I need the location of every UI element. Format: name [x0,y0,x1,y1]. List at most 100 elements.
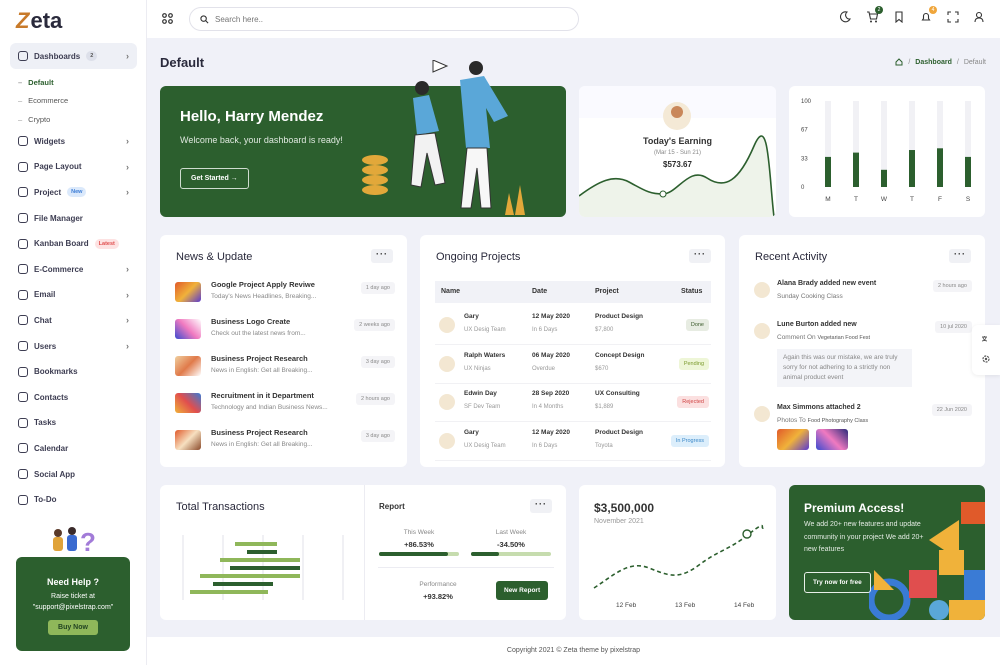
x-tick-label: W [881,196,888,203]
sidebar-item-label: File Manager [34,213,83,223]
news-item[interactable]: Business Project Research News in Englis… [175,428,395,458]
news-item-subtitle: Check out the latest news from... [211,330,306,337]
report-menu-button[interactable]: ··· [530,499,552,513]
welcome-card: Hello, Harry Mendez Welcome back, your d… [160,60,566,217]
x-tick-label: S [966,196,971,203]
sidebar-item-e-commerce[interactable]: E-Commerce › [10,256,137,282]
fullscreen-icon[interactable] [947,11,959,23]
sidebar-item-chat[interactable]: Chat › [10,308,137,334]
chevron-right-icon: › [126,289,129,300]
chat-icon [18,315,28,326]
bar[interactable] [937,148,943,187]
sidebar-subitem[interactable]: Crypto [10,110,137,129]
attached-photo[interactable] [816,429,848,450]
bookmark-icon[interactable] [893,11,905,23]
sidebar-item-bookmarks[interactable]: Bookmarks [10,359,137,385]
app-logo[interactable]: Zeta [16,8,62,34]
sidebar-item-project[interactable]: Project New › [10,180,137,206]
sidebar-item-label: Tasks [34,418,57,428]
sidebar-item-widgets[interactable]: Widgets › [10,129,137,155]
sidebar-item-label: Page Layout [34,162,82,172]
table-row[interactable]: Gary UX Desig Team 12 May 2020 In 6 Days… [435,423,711,461]
projects-card: Ongoing Projects ··· Name Date Project S… [420,235,725,467]
user-icon[interactable] [974,11,986,23]
x-label: 13 Feb [675,602,696,609]
sidebar-item-email[interactable]: Email › [10,282,137,308]
row-role: UX Desig Team [464,327,506,333]
col-status: Status [681,288,703,295]
project-icon [18,187,28,198]
news-item[interactable]: Business Logo Create Check out the lates… [175,317,395,347]
sidebar-item-calendar[interactable]: Calendar [10,436,137,462]
help-email: "support@pixelstrap.com" [32,604,114,611]
sidebar-item-dashboards[interactable]: Dashboards 2 › [10,43,137,69]
bar[interactable] [853,152,859,187]
news-menu-button[interactable]: ··· [371,249,393,263]
search-input[interactable] [215,14,515,24]
bar[interactable] [881,169,887,187]
get-started-button[interactable]: Get Started → [180,168,249,189]
table-row[interactable]: Ralph Waters UX Ninjas 06 May 2020 Overd… [435,346,711,384]
sidebar-item-label: Dashboards [34,51,81,61]
news-item[interactable]: Recruitment in it Department Technology … [175,391,395,421]
sidebar-item-label: Email [34,290,56,300]
sidebar-badge: New [67,187,87,198]
y-tick-label: 33 [801,156,808,162]
bell-icon[interactable]: 4 [920,6,937,23]
home-icon[interactable] [895,58,903,66]
attached-photo[interactable] [777,429,809,450]
bar[interactable] [825,156,831,187]
sidebar-item-social-app[interactable]: Social App [10,461,137,487]
row-project: Concept Design [595,351,645,359]
news-thumbnail [175,430,201,450]
moon-icon[interactable] [839,11,851,23]
avatar [754,282,770,298]
row-role: UX Ninjas [464,365,491,372]
table-row[interactable]: Gary UX Desig Team 12 May 2020 In 6 Days… [435,307,711,345]
news-card: News & Update ··· Google Project Apply R… [160,235,407,467]
news-item[interactable]: Business Project Research News in Englis… [175,354,395,384]
sidebar-item-page-layout[interactable]: Page Layout › [10,154,137,180]
table-row[interactable]: Edwin Day SF Dev Team 28 Sep 2020 In 4 M… [435,384,711,422]
projects-menu-button[interactable]: ··· [689,249,711,263]
sidebar-item-users[interactable]: Users › [10,333,137,359]
activity-menu-button[interactable]: ··· [949,249,971,263]
search-bar[interactable] [189,7,579,31]
translate-icon[interactable] [981,335,991,345]
sidebar-item-file-manager[interactable]: File Manager [10,205,137,231]
gear-icon[interactable] [981,354,991,364]
y-tick-label: 67 [801,128,808,134]
status-badge: In Progress [670,434,709,447]
news-item-subtitle: News in English: Get all Breaking... [211,441,313,448]
welcome-title: Hello, Harry Mendez [180,108,324,125]
chevron-right-icon: › [126,341,129,352]
sidebar-item-tasks[interactable]: Tasks [10,410,137,436]
row-price: $7,800 [595,327,614,333]
news-item-subtitle: Today's News Headlines, Breaking... [211,293,317,300]
report-title: Report [379,502,405,511]
news-item[interactable]: Google Project Apply Reviwe Today's News… [175,280,395,310]
bar[interactable] [965,156,971,187]
grid-menu-icon[interactable] [162,13,173,24]
sidebar-item-to-do[interactable]: To-Do [10,487,137,513]
try-free-button[interactable]: Try now for free [804,572,871,593]
bar[interactable] [909,150,915,187]
sidebar-item-kanban-board[interactable]: Kanban Board Latest [10,231,137,257]
row-role: SF Dev Team [464,404,501,410]
activity-card: Recent Activity ··· Alana Brady added ne… [739,235,985,467]
sidebar-item-contacts[interactable]: Contacts [10,384,137,410]
row-duration: In 6 Days [532,442,558,449]
x-label: 12 Feb [616,602,637,609]
cart-icon[interactable]: 2 [866,6,883,23]
sidebar-subitem[interactable]: Default [10,73,137,92]
buy-now-button[interactable]: Buy Now [48,620,98,635]
row-date: 28 Sep 2020 [532,390,570,397]
revenue-line-chart [593,524,765,589]
breadcrumb-dashboard[interactable]: Dashboard [915,59,952,66]
row-price: $670 [595,365,609,372]
revenue-card: $3,500,000 November 2021 12 Feb 13 Feb 1… [579,485,776,620]
report-divider [378,567,554,568]
sidebar-subitem[interactable]: Ecommerce [10,92,137,111]
new-report-button[interactable]: New Report [496,581,549,600]
sidebar-item-label: To-Do [34,495,57,505]
